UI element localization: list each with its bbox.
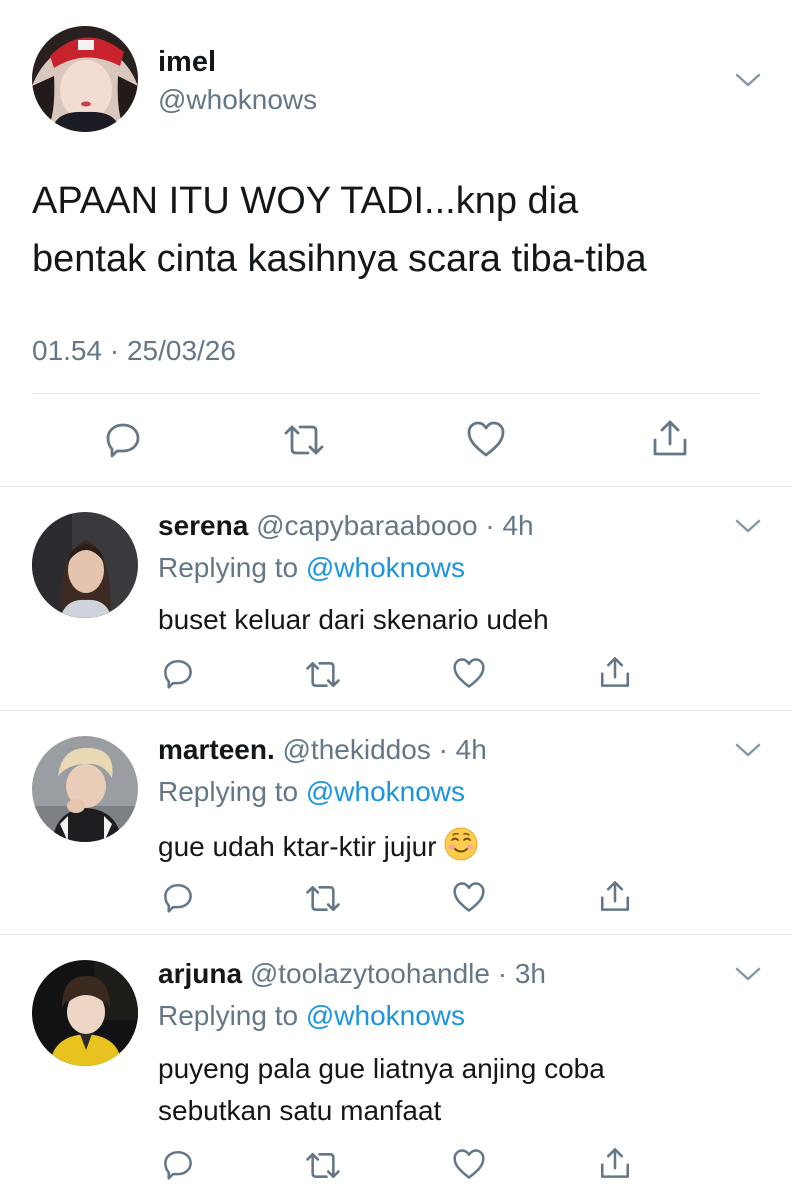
- share-icon[interactable]: [650, 418, 690, 458]
- smiling-face-emoji: [443, 826, 479, 862]
- reply-text-line: gue udah ktar-ktir jujur: [158, 831, 437, 862]
- user-handle[interactable]: @whoknows: [158, 84, 317, 116]
- replying-to: Replying to @whoknows: [158, 776, 465, 808]
- display-name[interactable]: arjuna: [158, 958, 242, 989]
- retweet-icon[interactable]: [304, 659, 342, 690]
- retweet-icon[interactable]: [282, 422, 326, 458]
- divider: [32, 393, 760, 394]
- reply-text-line: puyeng pala gue liatnya anjing coba: [158, 1053, 605, 1084]
- divider: [0, 934, 792, 935]
- share-icon[interactable]: [598, 879, 632, 913]
- share-icon[interactable]: [598, 655, 632, 689]
- reply-header: arjuna @toolazytoohandle · 3h: [158, 958, 546, 990]
- replying-to-label: Replying to: [158, 552, 299, 583]
- replying-to-label: Replying to: [158, 776, 299, 807]
- avatar[interactable]: [32, 960, 138, 1066]
- avatar[interactable]: [32, 26, 138, 132]
- chevron-down-icon[interactable]: [733, 70, 763, 90]
- divider: [0, 710, 792, 711]
- reply-header: marteen. @thekiddos · 4h: [158, 734, 487, 766]
- reply-text: buset keluar dari skenario udeh: [158, 602, 549, 638]
- replying-to-handle[interactable]: @whoknows: [306, 776, 465, 807]
- reply-text: puyeng pala gue liatnya anjing coba sebu…: [158, 1048, 605, 1132]
- replying-to-handle[interactable]: @whoknows: [306, 1000, 465, 1031]
- divider: [0, 486, 792, 487]
- timestamp[interactable]: 01.54 · 25/03/26: [32, 335, 236, 367]
- avatar[interactable]: [32, 512, 138, 618]
- avatar[interactable]: [32, 736, 138, 842]
- like-icon[interactable]: [452, 1148, 486, 1180]
- like-icon[interactable]: [452, 881, 486, 913]
- display-name[interactable]: imel: [158, 46, 216, 78]
- share-icon[interactable]: [598, 1146, 632, 1180]
- user-handle[interactable]: @capybaraabooo: [256, 510, 477, 541]
- reply-text-line: sebutkan satu manfaat: [158, 1095, 442, 1126]
- reply-time[interactable]: · 4h: [485, 510, 533, 541]
- reply-text: gue udah ktar-ktir jujur: [158, 826, 479, 865]
- display-name[interactable]: marteen.: [158, 734, 275, 765]
- user-handle[interactable]: @thekiddos: [283, 734, 431, 765]
- reply-icon[interactable]: [162, 657, 194, 689]
- chevron-down-icon[interactable]: [733, 516, 763, 536]
- reply-text-line: buset keluar dari skenario udeh: [158, 604, 549, 635]
- replying-to-label: Replying to: [158, 1000, 299, 1031]
- reply-time[interactable]: · 4h: [439, 734, 487, 765]
- tweet-text-line: APAAN ITU WOY TADI...knp dia: [32, 180, 579, 222]
- reply-icon[interactable]: [104, 420, 142, 458]
- reply-icon[interactable]: [162, 1148, 194, 1180]
- reply-icon[interactable]: [162, 881, 194, 913]
- replying-to: Replying to @whoknows: [158, 552, 465, 584]
- display-name[interactable]: serena: [158, 510, 248, 541]
- reply-header: serena @capybaraabooo · 4h: [158, 510, 534, 542]
- replying-to-handle[interactable]: @whoknows: [306, 552, 465, 583]
- like-icon[interactable]: [452, 657, 486, 689]
- reply-time[interactable]: · 3h: [498, 958, 546, 989]
- chevron-down-icon[interactable]: [733, 964, 763, 984]
- like-icon[interactable]: [466, 420, 506, 458]
- retweet-icon[interactable]: [304, 883, 342, 914]
- tweet-text: APAAN ITU WOY TADI...knp dia bentak cint…: [32, 172, 647, 288]
- user-handle[interactable]: @toolazytoohandle: [250, 958, 490, 989]
- chevron-down-icon[interactable]: [733, 740, 763, 760]
- replying-to: Replying to @whoknows: [158, 1000, 465, 1032]
- tweet-text-line: bentak cinta kasihnya scara tiba-tiba: [32, 238, 647, 280]
- retweet-icon[interactable]: [304, 1150, 342, 1181]
